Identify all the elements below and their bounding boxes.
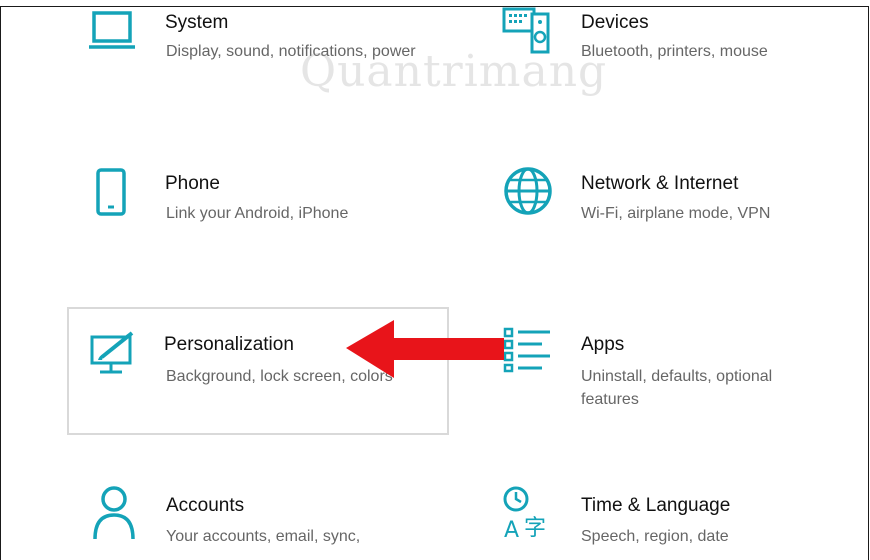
tile-description: Speech, region, date: [581, 528, 729, 545]
tile-description: Your accounts, email, sync,: [166, 528, 361, 545]
tile-description: Wi-Fi, airplane mode, VPN: [581, 205, 771, 222]
globe-icon: [502, 165, 552, 215]
personalization-icon: [88, 329, 136, 377]
tile-description: Link your Android, iPhone: [166, 205, 349, 222]
tile-title: Phone: [165, 173, 220, 194]
red-arrow-icon: [346, 320, 504, 378]
tile-title: Devices: [581, 12, 649, 33]
tile-phone[interactable]: Phone Link your Android, iPhone: [80, 165, 410, 255]
tile-title: Apps: [581, 334, 625, 355]
laptop-icon: [88, 10, 136, 58]
tile-description: Uninstall, defaults, optional features: [581, 368, 773, 408]
tile-title: Network & Internet: [581, 173, 739, 194]
tile-title: System: [165, 12, 229, 33]
watermark: Quantrimang: [300, 46, 608, 97]
phone-icon: [94, 167, 142, 216]
tile-accounts[interactable]: Accounts Your accounts, email, sync,: [80, 485, 410, 554]
time-language-icon: A字: [502, 485, 550, 543]
tile-title: Time & Language: [581, 495, 731, 516]
apps-icon: [502, 325, 550, 373]
tile-title: Accounts: [166, 495, 245, 516]
svg-text:A: A: [504, 518, 519, 541]
tile-description: Bluetooth, printers, mouse: [581, 43, 768, 60]
tile-network-internet[interactable]: Network & Internet Wi-Fi, airplane mode,…: [500, 165, 830, 255]
tile-time-language[interactable]: A字 Time & Language Speech, region, date: [500, 485, 830, 554]
tile-apps[interactable]: Apps Uninstall, defaults, optional featu…: [500, 325, 830, 425]
tile-title: Personalization: [164, 334, 294, 355]
svg-text:字: 字: [524, 516, 546, 541]
person-icon: [92, 485, 140, 540]
